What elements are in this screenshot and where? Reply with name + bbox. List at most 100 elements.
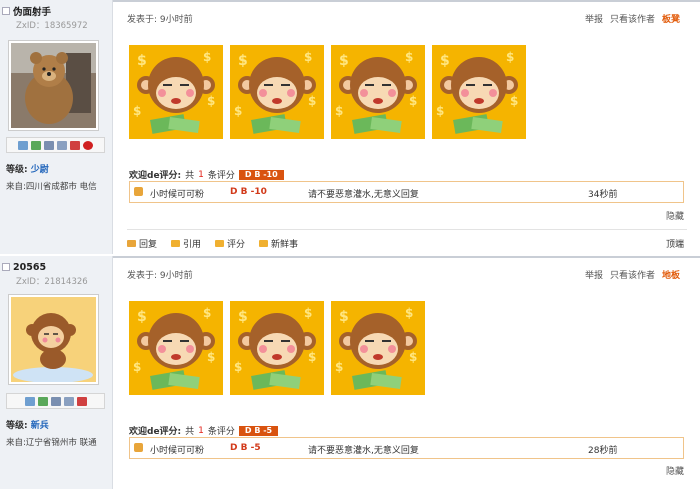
svg-text:$: $ [203, 50, 211, 64]
level-label: 等级: [6, 165, 28, 175]
svg-text:$: $ [510, 94, 518, 108]
author-sidebar: 20565 ZxID：21814326 等级: 新兵 来自:辽宁省锦州市 联通 [0, 256, 113, 489]
rating-header: 欢迎de评分: 共 1 条评分 D B -10 [129, 168, 284, 181]
monkey-illustration: $ $ $ $ [129, 45, 223, 139]
rating-reason: 请不要恶意灌水,无意义回复 [308, 446, 419, 456]
monkey-emoji-image[interactable]: $ $ $ $ [129, 301, 223, 395]
report-link[interactable]: 举报 [585, 268, 603, 281]
rating-count: 1 [198, 169, 204, 180]
username-row: 伪面射手 [2, 4, 51, 18]
rating-reason: 请不要恶意灌水,无意义回复 [308, 190, 419, 200]
blocks-icon[interactable] [70, 140, 80, 150]
report-link[interactable]: 举报 [585, 12, 603, 25]
user-location: 来自:四川省成都市 电信 [6, 182, 97, 192]
rating-title: 欢迎de评分: [129, 171, 182, 181]
quote-icon [171, 240, 181, 247]
floor-label[interactable]: 板凳 [662, 12, 680, 25]
contact-icons [6, 137, 105, 153]
divider [127, 229, 687, 230]
rating-count-suffix: 条评分 [207, 171, 235, 181]
floor-label[interactable]: 地板 [662, 268, 680, 281]
avatar[interactable] [8, 40, 99, 131]
share-news-button[interactable]: 新鲜事 [259, 237, 298, 250]
monkey-illustration: $ $ $ $ [331, 45, 425, 139]
svg-text:$: $ [409, 350, 417, 364]
photo-icon[interactable] [57, 140, 67, 150]
post-time: 发表于: 9小时前 [127, 271, 193, 281]
profile-icon[interactable] [44, 140, 54, 150]
post-actions: 举报 只看该作者 地板 [585, 268, 680, 281]
reply-icon [127, 240, 136, 247]
svg-text:$: $ [137, 309, 147, 325]
rating-count-suffix: 条评分 [207, 427, 235, 437]
username[interactable]: 20565 [13, 262, 46, 273]
zxid: ZxID：21814326 [16, 277, 88, 287]
rating-count: 1 [198, 425, 204, 436]
message-icon[interactable] [24, 396, 35, 406]
rating-title: 欢迎de评分: [129, 427, 182, 437]
svg-text:$: $ [137, 53, 147, 69]
svg-text:$: $ [133, 104, 141, 118]
avatar[interactable] [8, 294, 99, 385]
monkey-emoji-image[interactable]: $ $ $ $ [331, 301, 425, 395]
level-value[interactable]: 新兵 [31, 421, 49, 431]
top-link[interactable]: 顶端 [666, 237, 684, 250]
share-news-label: 新鲜事 [271, 240, 299, 250]
blocks-icon[interactable] [76, 396, 87, 406]
monkey-illustration: $ $ $ $ [432, 45, 526, 139]
monkey-emoji-image[interactable]: $ $ $ $ [230, 301, 324, 395]
username[interactable]: 伪面射手 [13, 4, 51, 18]
svg-text:$: $ [440, 53, 450, 69]
svg-text:$: $ [133, 360, 141, 374]
level-label: 等级: [6, 421, 28, 431]
user-location: 来自:辽宁省锦州市 联通 [6, 438, 97, 448]
rating-badge: D B -5 [238, 425, 279, 436]
qq-icon[interactable] [83, 140, 93, 150]
rating-entry: 小时候可可粉 D B -10 请不要恶意灌水,无意义回复 34秒前 [129, 181, 684, 203]
author-sidebar: 伪面射手 ZxID：18365972 等级: 少尉 来自:四川省成都市 电信 [0, 0, 113, 254]
only-author-link[interactable]: 只看该作者 [610, 12, 655, 25]
rating-db: D B -5 [230, 443, 261, 453]
avatar-image [11, 297, 96, 383]
rating-badge: D B -10 [238, 169, 284, 180]
monkey-emoji-image[interactable]: $ $ $ $ [432, 45, 526, 139]
rating-time: 28秒前 [588, 446, 618, 456]
hide-link[interactable]: 隐藏 [666, 209, 684, 222]
monkey-emoji-image[interactable]: $ $ $ $ [230, 45, 324, 139]
monkey-illustration: $ $ $ $ [129, 301, 223, 395]
svg-text:$: $ [238, 309, 248, 325]
message-icon[interactable] [18, 140, 28, 150]
monkey-emoji-image[interactable]: $ $ $ $ [331, 45, 425, 139]
hide-link[interactable]: 隐藏 [666, 464, 684, 477]
rater-avatar-icon [134, 443, 143, 452]
avatar-image [11, 43, 96, 128]
monkey-emoji-image[interactable]: $ $ $ $ [129, 45, 223, 139]
svg-text:$: $ [304, 306, 312, 320]
user-icon [2, 263, 10, 271]
only-author-link[interactable]: 只看该作者 [610, 268, 655, 281]
svg-text:$: $ [207, 94, 215, 108]
post-time: 发表于: 9小时前 [127, 15, 193, 25]
rater-name[interactable]: 小时候可可粉 [150, 443, 204, 456]
svg-text:$: $ [207, 350, 215, 364]
post-bottom-bar: 回复 引用 评分 新鲜事 [127, 237, 687, 250]
reply-button[interactable]: 回复 [127, 237, 157, 250]
monkey-illustration: $ $ $ $ [230, 45, 324, 139]
rating-db: D B -10 [230, 187, 267, 197]
svg-text:$: $ [506, 50, 514, 64]
level-value[interactable]: 少尉 [31, 165, 49, 175]
svg-text:$: $ [339, 309, 349, 325]
svg-text:$: $ [436, 104, 444, 118]
rate-button[interactable]: 评分 [215, 237, 245, 250]
add-friend-icon[interactable] [37, 396, 48, 406]
profile-icon[interactable] [50, 396, 61, 406]
rate-label: 评分 [227, 240, 246, 250]
reply-label: 回复 [139, 240, 158, 250]
svg-text:$: $ [335, 360, 343, 374]
photo-icon[interactable] [63, 396, 74, 406]
add-friend-icon[interactable] [31, 140, 41, 150]
svg-text:$: $ [238, 53, 248, 69]
rater-name[interactable]: 小时候可可粉 [150, 187, 204, 200]
rater-avatar-icon [134, 187, 143, 196]
quote-button[interactable]: 引用 [171, 237, 201, 250]
